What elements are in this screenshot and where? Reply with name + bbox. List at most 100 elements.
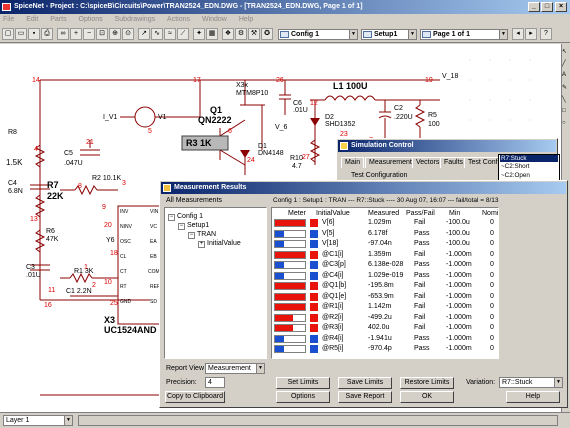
horizontal-scrollbar[interactable] [78,415,558,426]
table-row[interactable]: V[6] 1.029m Fail -100.0u 0 [272,219,498,227]
measured-value: 6.178f [368,229,388,237]
table-row[interactable]: @R2[i] -499.2u Fail -1.000m 0 [272,313,498,322]
col-meter: Meter [288,210,306,217]
zoom-fit-icon[interactable]: ⊡ [96,28,108,40]
pin-vin-label: VIN [150,209,159,215]
nominal-value: 0 [490,345,494,352]
ac-icon[interactable]: ≈ [164,28,176,40]
tool-icon-3[interactable]: ⚒ [248,28,260,40]
setup-select[interactable]: Setup1 ▼ [361,29,417,40]
page-select[interactable]: Page 1 of 1 ▼ [420,29,508,40]
page-next-icon[interactable]: ▸ [525,28,537,40]
restore-limits-button[interactable]: Restore Limits [400,377,454,389]
text-tool-icon[interactable]: A [562,72,570,80]
table-row[interactable]: @C4[i] 1.029e-019 Pass -1.000m 0 [272,271,498,280]
nominal-value: 0 [490,334,494,342]
minimize-button[interactable]: _ [528,2,540,12]
new-file-icon[interactable]: ▢ [2,28,14,40]
collapse-icon[interactable]: − [178,223,185,230]
table-row[interactable]: V[18] -97.04n Pass -100.0u 0 [272,240,498,248]
save-limits-button[interactable]: Save Limits [338,377,392,389]
precision-input[interactable]: 4 [205,377,225,388]
layer-select[interactable]: Layer 1 ▼ [3,415,73,426]
pen-tool-icon[interactable]: ✎ [562,84,570,92]
tool-icon-4[interactable]: ✪ [261,28,273,40]
tree-node-tran[interactable]: − TRAN [188,231,216,239]
menu-edit[interactable]: Edit [26,16,38,23]
node-3: 3 [122,180,126,187]
maximize-button[interactable]: □ [541,2,553,12]
menu-subdrawings[interactable]: Subdrawings [115,16,155,23]
menu-file[interactable]: File [3,16,14,23]
close-button[interactable]: × [555,2,567,12]
variation-list-item[interactable]: ~C2:Short [500,163,558,170]
menu-options[interactable]: Options [79,16,103,23]
pass-fail-value: Fail [414,313,426,321]
collapse-icon[interactable]: − [168,214,175,221]
rect-tool-icon[interactable]: □ [562,108,570,116]
tool-icon-1[interactable]: ❖ [222,28,234,40]
help-button[interactable]: Help [506,391,560,403]
report-view-select[interactable]: Measurement ▼ [205,363,265,374]
options-button[interactable]: Options [276,391,330,403]
pointer-tool-icon[interactable]: ↖ [562,48,570,56]
page-prev-icon[interactable]: ◂ [512,28,524,40]
save-icon[interactable]: ▪ [28,28,40,40]
node-27: 27 [302,154,310,161]
help-icon[interactable]: ? [540,28,552,40]
collapse-icon[interactable]: − [188,232,195,239]
config-select[interactable]: Config 1 ▼ [278,29,358,40]
set-limits-button[interactable]: Set Limits [276,377,330,389]
table-row[interactable]: @R3[i] 402.0u Fail -1.000m 0 [272,324,498,332]
measurement-name: @R5[i] [322,345,344,352]
table-row[interactable]: @R5[i] -970.4p Pass -1.000m 0 [272,345,498,353]
zoom-select-icon[interactable]: ⊙ [122,28,134,40]
menu-actions[interactable]: Actions [167,16,190,23]
min-value: -1.000m [446,250,472,258]
table-row[interactable]: @C3[p] 6.138e-028 Pass -1.000m 0 [272,261,498,269]
copy-to-clipboard-button[interactable]: Copy to Clipboard [165,391,225,403]
tree-node-config[interactable]: − Config 1 [168,213,203,221]
table-row[interactable]: @Q1[b] -195.8m Fail -1.000m 0 [272,282,498,290]
meter-bar [275,230,284,237]
binoculars-icon[interactable]: ∞ [57,28,69,40]
probe-icon[interactable]: ↗ [138,28,150,40]
table-icon[interactable]: ▦ [206,28,218,40]
table-row[interactable]: V[5] 6.178f Pass -100.0u 0 [272,229,498,238]
line-tool-icon[interactable]: ╲ [562,96,570,104]
save-report-button[interactable]: Save Report [338,391,392,403]
waveform-icon[interactable]: ∿ [151,28,163,40]
menu-parts[interactable]: Parts [50,16,66,23]
variation-list-item[interactable]: ~C2:Open [500,172,558,179]
menu-window[interactable]: Window [202,16,227,23]
run-icon[interactable]: ✦ [193,28,205,40]
table-row[interactable]: @C1[i] 1.359m Fail -1.000m 0 [272,250,498,259]
r8-value-label: 1.5K [6,158,23,167]
tree-node-initialvalue[interactable]: + InitialValue [198,240,241,248]
zoom-in-icon[interactable]: + [70,28,82,40]
tool-icon-2[interactable]: ⚙ [235,28,247,40]
table-row[interactable]: @R1[i] 1.142m Fail -1.000m 0 [272,303,498,311]
tab-faults[interactable]: Faults [440,157,468,168]
table-row[interactable]: @Q1[e] -653.9m Fail -1.000m 0 [272,292,498,301]
zoom-out-icon[interactable]: − [83,28,95,40]
sweep-icon[interactable]: ⟋ [177,28,189,40]
meter-bar [275,304,305,310]
tab-main[interactable]: Main [341,157,365,168]
circle-tool-icon[interactable]: ○ [562,120,570,128]
ok-button[interactable]: OK [400,391,454,403]
tree-node-setup[interactable]: − Setup1 [178,222,209,230]
variation-list-item[interactable]: R7:Stuck [500,155,558,163]
wire-tool-icon[interactable]: ╱ [562,60,570,68]
table-row[interactable]: @R4[i] -1.941u Pass -1.000m 0 [272,334,498,343]
expand-icon[interactable]: + [198,241,205,248]
menu-help[interactable]: Help [239,16,253,23]
open-folder-icon[interactable]: ▭ [15,28,27,40]
zoom-area-icon[interactable]: ⊕ [109,28,121,40]
print-icon[interactable]: ⎙ [41,28,53,40]
variation-select[interactable]: R7::Stuck ▼ [499,377,563,388]
tab-vectors[interactable]: Vectors [412,157,444,168]
c4-value-label: 6.8N [8,188,23,195]
pass-fail-value: Pass [414,240,430,247]
measured-value: -499.2u [368,313,392,321]
